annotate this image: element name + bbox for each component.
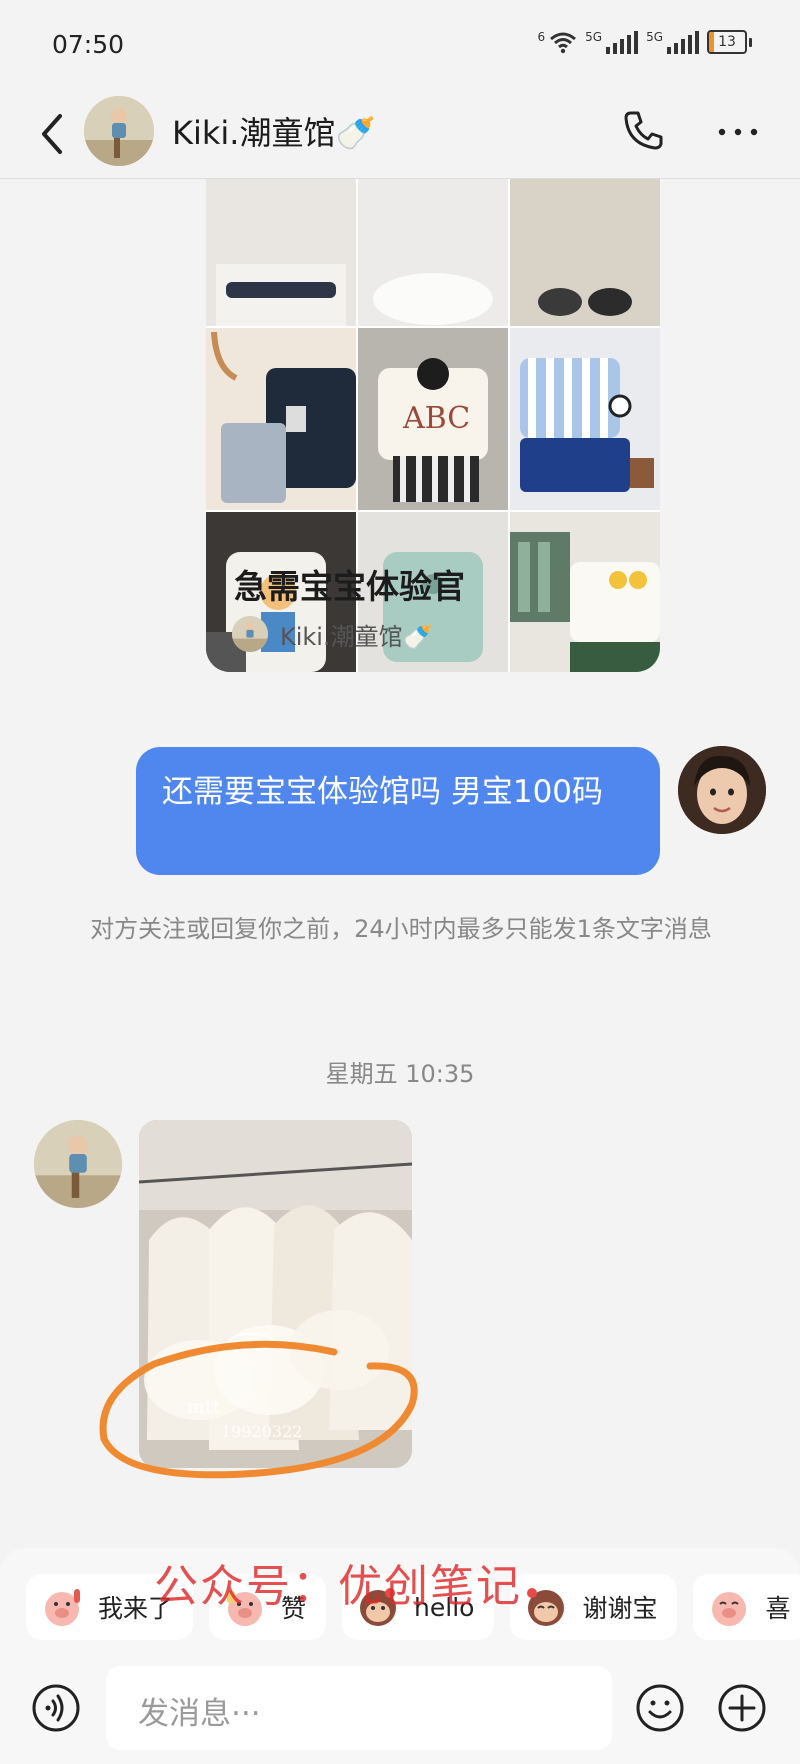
quick-reply-chip[interactable]: 谢谢宝 (510, 1574, 678, 1640)
message-input[interactable]: 发消息··· (106, 1666, 612, 1750)
card-photo (510, 178, 660, 326)
battery-icon: 13 (707, 30, 752, 54)
message-input-placeholder: 发消息··· (138, 1696, 261, 1732)
author-avatar (232, 616, 268, 652)
pig-happy-icon (712, 1592, 747, 1626)
wifi-label: 6 (537, 30, 546, 44)
contact-message-avatar[interactable] (34, 1120, 122, 1208)
card-author-name: Kiki.潮童馆🍼 (280, 622, 433, 651)
message-timestamp: 星期五 10:35 (325, 1060, 475, 1088)
battery-level: 13 (718, 34, 736, 50)
watermark-text: 公众号：优创笔记 (154, 1561, 522, 1612)
status-bar: 07:50 6 5G 5G 13 (0, 0, 800, 90)
emoji-icon[interactable] (634, 1682, 686, 1734)
photo-watermark-number: 19920322 (221, 1422, 303, 1441)
svg-text:ABC: ABC (402, 401, 470, 436)
shared-note-card[interactable]: ABC 急需宝宝体验官 Kiki.潮童馆🍼 (206, 178, 660, 672)
network-label-2: 5G (646, 30, 663, 44)
signal-icon (606, 30, 639, 54)
monkey-thanks-icon (527, 1588, 565, 1626)
card-photo: ABC (358, 328, 508, 510)
status-time: 07:50 (52, 30, 125, 59)
voice-input-icon[interactable] (30, 1682, 82, 1734)
phone-icon[interactable] (622, 108, 666, 152)
quick-reply-chip[interactable]: 喜 (693, 1574, 800, 1640)
card-photo (510, 328, 660, 510)
card-title: 急需宝宝体验官 (234, 567, 465, 606)
back-arrow-icon[interactable] (34, 110, 74, 158)
status-icons: 6 5G 5G 13 (537, 30, 752, 54)
contact-avatar[interactable] (84, 96, 154, 166)
received-photo-message[interactable]: mtt 19920322 (139, 1120, 412, 1468)
card-photo (358, 178, 508, 326)
wifi-icon (550, 32, 577, 54)
card-photo (206, 328, 356, 510)
my-avatar[interactable] (678, 746, 766, 834)
add-attachment-icon[interactable] (716, 1682, 768, 1734)
more-options-icon[interactable] (716, 110, 760, 154)
system-notice: 对方关注或回复你之前，24小时内最多只能发1条文字消息 (90, 915, 712, 943)
network-label-1: 5G (585, 30, 603, 44)
chat-header: Kiki.潮童馆🍼 (0, 90, 800, 179)
contact-name: Kiki.潮童馆🍼 (172, 114, 376, 152)
card-photo (206, 178, 356, 326)
signal-icon (667, 30, 699, 54)
pig-hand-icon (45, 1589, 80, 1626)
card-photo (510, 512, 660, 672)
photo-watermark-text: mtt (187, 1396, 221, 1418)
sent-message-bubble[interactable]: 还需要宝宝体验馆吗 男宝100码 (136, 747, 660, 875)
card-author: Kiki.潮童馆🍼 (232, 616, 432, 652)
